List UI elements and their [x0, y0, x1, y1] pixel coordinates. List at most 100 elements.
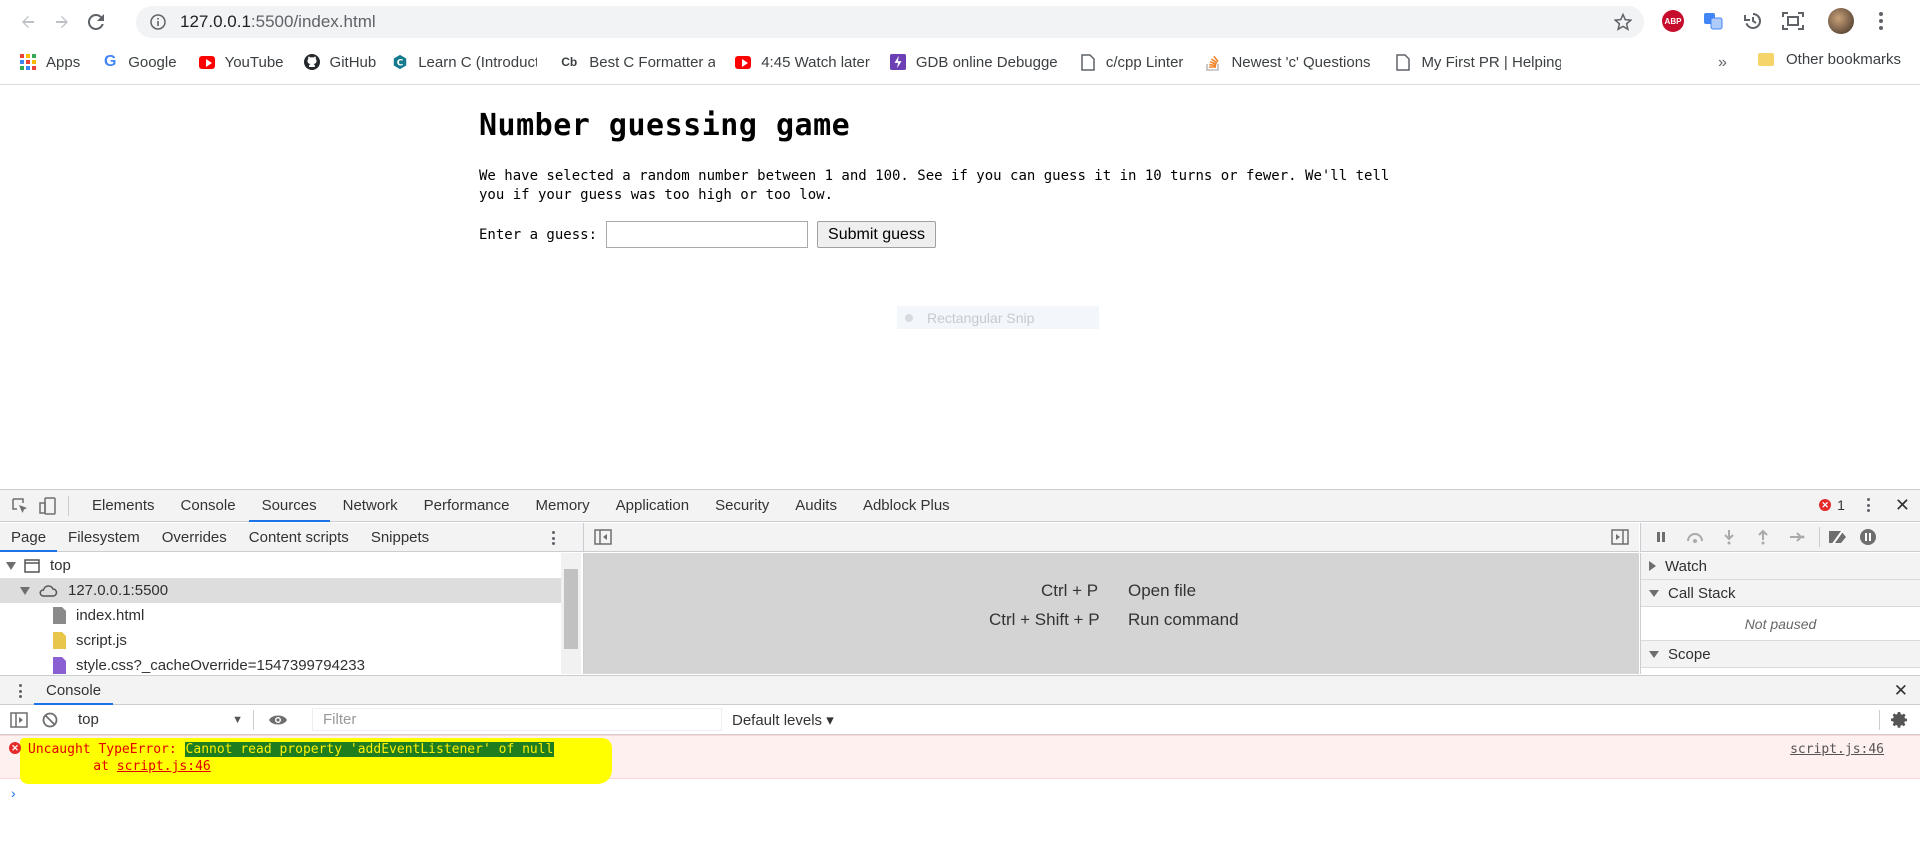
log-levels-dropdown[interactable]: Default levels ▾ [732, 711, 834, 729]
bookmark-watch-later[interactable]: 4:45 Watch later [735, 54, 870, 71]
subtab-page[interactable]: Page [0, 523, 58, 552]
tab-sources[interactable]: Sources [248, 490, 330, 522]
step-out-icon[interactable] [1753, 527, 1773, 547]
tree-item-top[interactable]: top [0, 553, 565, 578]
step-into-icon[interactable] [1719, 527, 1739, 547]
error-message: Cannot read property 'addEventListener' … [184, 742, 555, 757]
bookmark-label: Apps [46, 53, 81, 71]
subtab-filesystem[interactable]: Filesystem [57, 523, 151, 552]
tab-adblock-plus[interactable]: Adblock Plus [850, 490, 963, 522]
close-devtools-icon[interactable]: ✕ [1895, 496, 1910, 514]
history-extension[interactable] [1740, 8, 1766, 34]
tree-item-file[interactable]: script.js [0, 628, 565, 653]
devtools-menu-icon[interactable] [1867, 498, 1871, 512]
error-count-badge[interactable]: ✕ 1 [1819, 497, 1845, 513]
toggle-debugger-icon[interactable] [1611, 529, 1629, 545]
drawer-menu-icon[interactable] [18, 684, 22, 698]
deactivate-breakpoints-icon[interactable] [1828, 527, 1848, 547]
watch-pane-header[interactable]: Watch [1641, 553, 1920, 580]
show-sidebar-icon[interactable] [10, 711, 28, 728]
translate-extension[interactable] [1700, 8, 1726, 34]
url-text[interactable]: 127.0.0.1:5500/index.html [180, 12, 376, 32]
debugger-toolbar [1640, 523, 1920, 552]
bookmark-linter[interactable]: c/cpp Linter [1080, 53, 1184, 71]
console-filter-input[interactable]: Filter [312, 708, 722, 731]
bookmark-youtube[interactable]: YouTube [198, 54, 284, 71]
devtools-tab-bar: Elements Console Sources Network Perform… [0, 490, 1920, 522]
other-bookmarks[interactable]: Other bookmarks [1758, 51, 1901, 68]
submit-guess-button[interactable]: Submit guess [817, 221, 936, 248]
pause-icon[interactable] [1651, 527, 1671, 547]
reload-button[interactable] [82, 8, 110, 36]
expand-arrow-icon[interactable] [6, 561, 16, 570]
step-icon[interactable] [1787, 527, 1807, 547]
toggle-navigator-icon[interactable] [594, 529, 612, 545]
shortcut-action[interactable]: Open file [1128, 581, 1196, 601]
expand-arrow-icon[interactable] [20, 586, 30, 595]
tree-item-host[interactable]: 127.0.0.1:5500 [0, 578, 565, 603]
more-bookmarks-button[interactable]: » [1718, 54, 1727, 72]
bookmark-github[interactable]: GitHub [303, 53, 377, 71]
tab-console[interactable]: Console [168, 490, 249, 522]
page-viewport: Number guessing game We have selected a … [0, 85, 1920, 489]
execution-context-select[interactable]: top ▼ [78, 711, 243, 728]
subtab-snippets[interactable]: Snippets [360, 523, 440, 552]
console-settings-gear-icon[interactable] [1891, 711, 1909, 729]
clear-console-icon[interactable] [42, 712, 58, 728]
error-icon: ✕ [9, 742, 21, 754]
inspect-element-icon[interactable] [10, 496, 30, 516]
navigator-menu-icon[interactable] [551, 531, 555, 545]
error-source-link[interactable]: script.js:46 [1790, 742, 1884, 757]
live-expression-eye-icon[interactable] [268, 713, 288, 727]
bookmark-c-formatter[interactable]: Cb Best C Formatter and [559, 54, 715, 71]
tab-network[interactable]: Network [330, 490, 411, 522]
bookmark-google[interactable]: G Google [102, 54, 177, 71]
html-file-icon [53, 607, 66, 624]
tree-item-file[interactable]: index.html [0, 603, 565, 628]
bookmark-stackoverflow[interactable]: Newest 'c' Questions [1205, 54, 1373, 71]
scrollbar-thumb[interactable] [564, 569, 578, 649]
info-icon[interactable] [150, 14, 166, 30]
subtab-content-scripts[interactable]: Content scripts [238, 523, 360, 552]
other-bookmarks-label: Other bookmarks [1786, 51, 1902, 68]
screenshot-extension[interactable] [1780, 8, 1806, 34]
bookmark-apps[interactable]: Apps [20, 54, 80, 71]
call-stack-pane-header[interactable]: Call Stack [1641, 580, 1920, 607]
bookmark-learn-c[interactable]: C Learn C (Introduction [392, 54, 537, 71]
shortcut-action[interactable]: Run command [1128, 610, 1239, 630]
tab-security[interactable]: Security [702, 490, 782, 522]
forward-button[interactable] [48, 8, 76, 36]
device-toolbar-icon[interactable] [38, 496, 58, 516]
tree-item-file[interactable]: style.css?_cacheOverride=1547399794233 [0, 653, 565, 674]
bookmark-star-icon[interactable] [1614, 13, 1632, 31]
console-toolbar: top ▼ Filter Default levels ▾ [0, 705, 1920, 735]
bookmark-gdb[interactable]: GDB online Debugge [889, 54, 1060, 71]
bookmark-label: Learn C (Introduction [418, 53, 538, 71]
step-over-icon[interactable] [1685, 527, 1705, 547]
tab-performance[interactable]: Performance [411, 490, 523, 522]
stack-link[interactable]: script.js:46 [117, 759, 211, 774]
close-drawer-icon[interactable]: ✕ [1894, 681, 1908, 701]
tab-application[interactable]: Application [603, 490, 702, 522]
console-prompt-row[interactable]: › [0, 779, 1920, 809]
tab-memory[interactable]: Memory [523, 490, 603, 522]
tab-elements[interactable]: Elements [79, 490, 168, 522]
drawer-tab-console[interactable]: Console [34, 676, 114, 705]
bookmark-label: GitHub [329, 53, 377, 71]
browser-menu-button[interactable] [1868, 8, 1894, 34]
bookmark-first-pr[interactable]: My First PR | Helping [1395, 54, 1561, 71]
tab-audits[interactable]: Audits [782, 490, 850, 522]
adblock-plus-extension[interactable]: ABP [1660, 8, 1686, 34]
url-host: 127.0.0.1 [180, 12, 251, 31]
guess-input[interactable] [606, 221, 809, 248]
address-bar[interactable]: 127.0.0.1:5500/index.html [136, 6, 1644, 38]
bookmark-label: c/cpp Linter [1105, 53, 1184, 71]
file-tree-scrollbar[interactable] [561, 553, 581, 674]
subtab-overrides[interactable]: Overrides [151, 523, 238, 552]
error-icon: ✕ [1819, 499, 1832, 511]
profile-button[interactable] [1828, 8, 1854, 34]
back-button[interactable] [14, 8, 42, 36]
scope-pane-header[interactable]: Scope [1641, 641, 1920, 668]
pause-on-exceptions-icon[interactable] [1858, 527, 1878, 547]
rectangular-snip-overlay: Rectangular Snip [897, 306, 1099, 329]
